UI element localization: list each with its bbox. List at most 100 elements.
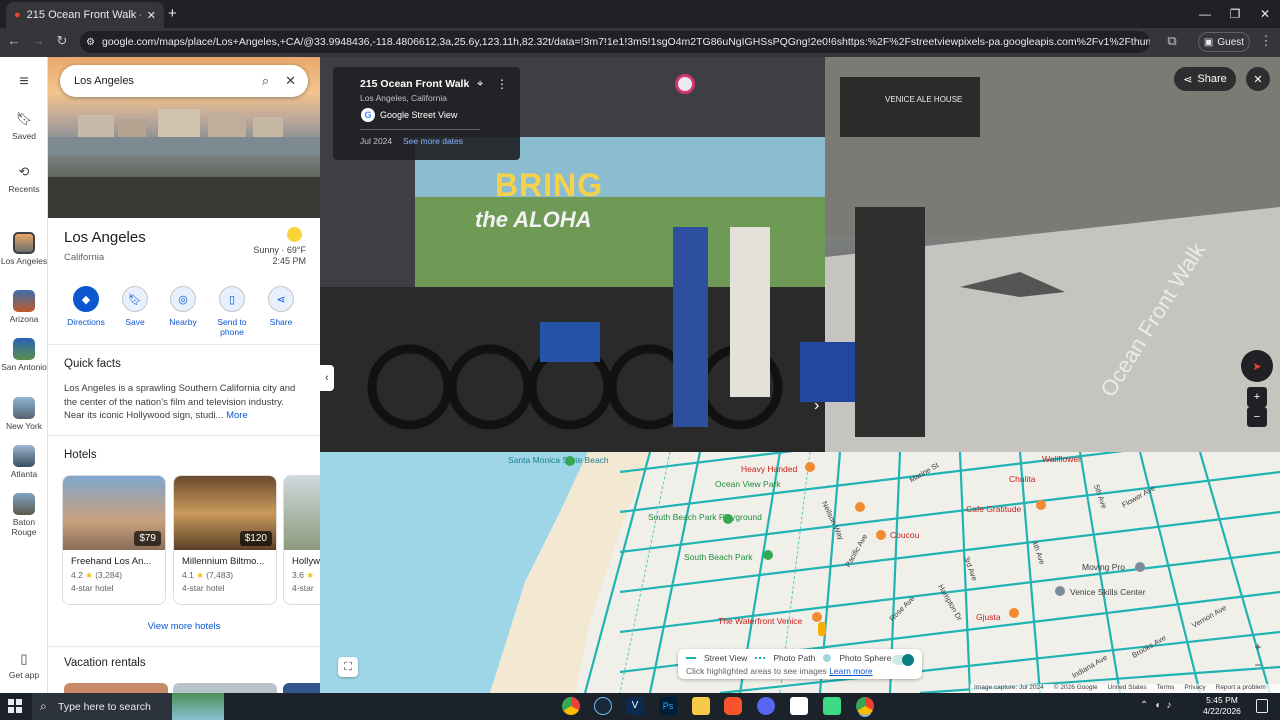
vegas-icon[interactable]: V [626, 697, 644, 715]
restore-icon[interactable]: ❐ [1218, 0, 1252, 28]
system-tray[interactable]: ⌃◖♪ [1140, 700, 1177, 711]
hotel-card[interactable]: Hollyw 3.6 ★ 4-star [283, 475, 320, 605]
profile-button[interactable]: ▣ Guest [1198, 32, 1250, 52]
footer-privacy[interactable]: Privacy [1184, 684, 1205, 693]
tab-active[interactable]: ● 215 Ocean Front Walk - Google ✕ [6, 2, 164, 28]
menu-icon[interactable]: ≡ [0, 73, 48, 91]
poi-label[interactable]: Coucou [890, 530, 919, 540]
poi-label[interactable]: South Beach Park Playground [648, 512, 762, 522]
more-link[interactable]: More [226, 410, 248, 421]
photoshop-icon[interactable]: Ps [659, 697, 677, 715]
business-marker-icon[interactable] [1055, 586, 1065, 596]
send-to-phone-button[interactable]: ▯ Send to phone [208, 286, 256, 337]
poi-label[interactable]: Heavy Handed [741, 464, 797, 474]
rail-item-saved[interactable]: 🔖︎ Saved [0, 111, 48, 141]
install-app-icon[interactable]: ⧉ [1162, 33, 1182, 49]
zoom-in-button[interactable]: + [1247, 387, 1267, 407]
footer-report[interactable]: Report a problem [1216, 684, 1266, 693]
nav-arrow-right-icon[interactable]: › [814, 397, 819, 415]
park-marker-icon[interactable] [723, 514, 733, 524]
pegman-icon[interactable] [818, 622, 826, 636]
hotel-card[interactable]: $79 Freehand Los An... 4.2 ★ (3,284) 4-s… [62, 475, 166, 605]
zoom-out-button[interactable]: − [1247, 407, 1267, 427]
brave-icon[interactable] [724, 697, 742, 715]
rail-item-los-angeles[interactable]: Los Angeles [0, 232, 48, 266]
restaurant-marker-icon[interactable] [812, 612, 822, 622]
restaurant-marker-icon[interactable] [855, 502, 865, 512]
rail-item-recents[interactable]: ⟲ Recents [0, 164, 48, 194]
close-tab-icon[interactable]: ✕ [147, 9, 156, 22]
share-button[interactable]: ⋖ Share [1174, 67, 1236, 91]
search-input[interactable]: Los Angeles [74, 75, 262, 87]
file-explorer-icon[interactable] [692, 697, 710, 715]
clock[interactable]: 5:45 PM 4/22/2026 [1200, 695, 1244, 717]
new-tab-button[interactable]: + [168, 5, 177, 22]
app-icon[interactable] [823, 697, 841, 715]
search-box[interactable]: Los Angeles ⌕ ✕ [60, 65, 308, 97]
forward-icon[interactable]: → [28, 33, 48, 48]
layer-toggle[interactable] [892, 654, 914, 666]
save-button[interactable]: 🔖︎ Save [111, 286, 159, 327]
nearby-button[interactable]: ◎ Nearby [159, 286, 207, 327]
footer-country[interactable]: United States [1108, 684, 1147, 693]
business-marker-icon[interactable] [1135, 562, 1145, 572]
expand-map-button[interactable]: ⛶ [338, 657, 358, 677]
get-app-button[interactable]: ▯ Get app [0, 651, 48, 680]
share-button[interactable]: ⋖ Share [257, 286, 305, 327]
notification-icon[interactable] [1256, 699, 1268, 713]
site-info-icon[interactable]: ⚙ [86, 37, 95, 48]
poi-label[interactable]: Ocean View Park [715, 479, 781, 489]
more-options-icon[interactable]: ⋮ [496, 77, 508, 91]
poi-label[interactable]: Wallflower [1042, 454, 1081, 464]
close-window-icon[interactable]: ✕ [1248, 0, 1280, 28]
poi-label[interactable]: Santa Monica State Beach [508, 455, 609, 465]
reload-icon[interactable]: ↻ [52, 33, 72, 49]
minimize-icon[interactable]: — [1188, 0, 1222, 28]
directions-button[interactable]: ◆ Directions [62, 286, 110, 327]
back-icon[interactable]: ← [4, 33, 24, 48]
restaurant-marker-icon[interactable] [876, 530, 886, 540]
rental-photo[interactable] [173, 683, 277, 693]
rental-photo[interactable] [64, 683, 168, 693]
park-marker-icon[interactable] [763, 550, 773, 560]
pin-icon[interactable]: ⌖ [477, 78, 483, 91]
chrome-icon[interactable] [562, 697, 580, 715]
rail-item-new-york[interactable]: New York [0, 397, 48, 431]
map-zoom-in-button[interactable]: + [1250, 640, 1266, 656]
map-pane[interactable]: Santa Monica State Beach Heavy Handed Oc… [320, 452, 1280, 693]
windows-start-icon[interactable] [8, 699, 22, 713]
close-street-view-button[interactable]: ✕ [1246, 67, 1270, 91]
poi-label[interactable]: Gjusta [976, 612, 1001, 622]
poi-label[interactable]: Chulita [1009, 474, 1035, 484]
poi-label[interactable]: South Beach Park [684, 552, 753, 562]
poi-label[interactable]: Venice Skills Center [1070, 587, 1146, 597]
see-more-dates-link[interactable]: See more dates [403, 136, 463, 146]
taskbar-search[interactable]: ⌕ Type here to search [32, 693, 224, 720]
view-more-hotels-link[interactable]: View more hotels [48, 621, 320, 632]
rail-item-baton-rouge[interactable]: Baton Rouge [0, 493, 48, 537]
compass-icon[interactable]: ➤ [1241, 350, 1273, 382]
discord-icon[interactable] [757, 697, 775, 715]
app-icon[interactable] [790, 697, 808, 715]
rail-item-san-antonio[interactable]: San Antonio [0, 338, 48, 372]
steam-icon[interactable] [594, 697, 612, 715]
park-marker-icon[interactable] [565, 456, 575, 466]
poi-label[interactable]: The Waterfront Venice [718, 616, 802, 626]
hotel-card[interactable]: $120 Millennium Biltmo... 4.1 ★ (7,483) … [173, 475, 277, 605]
collapse-panel-icon[interactable]: ‹ [320, 365, 334, 391]
rail-item-atlanta[interactable]: Atlanta [0, 445, 48, 479]
street-view-pane[interactable]: BRING the ALOHA VENICE ALE HOUSE Ocean F… [320, 57, 1280, 452]
rental-photo[interactable] [283, 683, 320, 693]
photo-marker-icon[interactable] [675, 74, 695, 94]
learn-more-link[interactable]: Learn more [829, 666, 872, 676]
clear-search-icon[interactable]: ✕ [285, 73, 296, 89]
map-zoom-out-button[interactable]: − [1250, 658, 1266, 674]
restaurant-marker-icon[interactable] [1036, 500, 1046, 510]
menu-dots-icon[interactable]: ⋮ [1256, 33, 1276, 49]
poi-label[interactable]: Cafe Gratitude [966, 504, 1021, 514]
address-bar[interactable]: ⚙ google.com/maps/place/Los+Angeles,+CA/… [80, 31, 1150, 53]
rail-item-arizona[interactable]: Arizona [0, 290, 48, 324]
restaurant-marker-icon[interactable] [805, 462, 815, 472]
search-icon[interactable]: ⌕ [262, 73, 269, 89]
chrome-icon[interactable] [856, 697, 874, 715]
